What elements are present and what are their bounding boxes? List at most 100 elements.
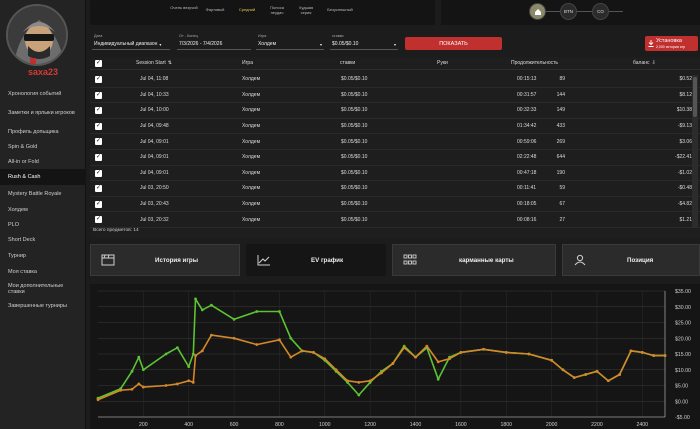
data-point [663, 354, 667, 357]
data-point [391, 362, 395, 365]
balance-cell: $1.21 [679, 216, 692, 223]
row-checkbox[interactable]: ✓ [95, 185, 102, 193]
session-start-cell: Jul 04, 09:01 [140, 154, 169, 161]
row-checkbox[interactable]: ✓ [95, 216, 102, 224]
balance-cell: $10.38 [676, 107, 692, 114]
sidebar-item[interactable]: Spin & Gold [0, 139, 86, 155]
table-row[interactable]: ✓ Jul 04, 09:01 Холдем $0.05/$0.10 644 02:22:… [90, 150, 700, 166]
stakes-cell: $0.05/$0.10 [341, 123, 368, 130]
game-filter-value: Холдем ▾ [256, 39, 324, 50]
table-row[interactable]: ✓ Jul 04, 11:08 Холдем $0.05/$0.10 89 00:15:1… [90, 72, 700, 88]
column-header-duration[interactable]: Продолжительность [511, 57, 558, 69]
session-start-cell: Jul 03, 20:32 [140, 216, 169, 223]
x-tick-label: 2400 [637, 422, 649, 428]
sidebar-item[interactable]: Профиль допьщика [0, 124, 86, 139]
data-point [459, 351, 463, 354]
column-header-hands[interactable]: Руки [437, 57, 448, 69]
sidebar-item[interactable]: Завершенные турниры [0, 298, 86, 314]
table-row[interactable]: ✓ Jul 03, 20:43 Холдем $0.05/$0.10 67 00:18:0… [90, 197, 700, 213]
ev-series-line [97, 334, 665, 401]
table-row[interactable]: ✓ Jul 04, 09:01 Холдем $0.05/$0.10 190 00:47:… [90, 166, 700, 182]
hands-cell: 190 [556, 169, 565, 176]
balance-cell: -$4.82 [677, 201, 692, 208]
stakes-filter-label: ставки [332, 34, 344, 38]
column-header-stakes[interactable]: ставки [340, 57, 355, 69]
row-checkbox[interactable]: ✓ [95, 169, 102, 177]
table-row[interactable]: ✓ Jul 04, 10:33 Холдем $0.05/$0.10 144 00:31:… [90, 88, 700, 104]
column-header-balance[interactable]: баланс ⇩ [633, 57, 656, 69]
data-point [137, 355, 141, 359]
session-start-cell: Jul 04, 11:08 [140, 76, 169, 83]
position-bar: BTN CO [441, 0, 700, 25]
sidebar-item[interactable]: Rush & Cash [0, 169, 86, 185]
table-row[interactable]: ✓ Jul 04, 10:00 Холдем $0.05/$0.10 149 00:32:… [90, 103, 700, 119]
avatar-image [8, 6, 66, 64]
tab-game-history[interactable]: История игры [90, 244, 240, 276]
sidebar-item[interactable]: Моя ставка [0, 264, 86, 279]
data-point [357, 393, 361, 397]
row-checkbox[interactable]: ✓ [95, 107, 102, 115]
table-row[interactable]: ✓ Jul 04, 09:48 Холдем $0.05/$0.10 433 01:34:… [90, 119, 700, 135]
position-co-button[interactable]: CO [592, 3, 609, 20]
x-tick-label: 400 [184, 422, 193, 428]
install-button[interactable]: Установка 2,000 истории игр [645, 36, 698, 51]
hands-cell: 27 [559, 216, 565, 223]
table-row[interactable]: ✓ Jul 03, 20:32 Холдем $0.05/$0.10 27 00:08:1… [90, 212, 700, 228]
stakes-cell: $0.05/$0.10 [341, 154, 368, 161]
game-cell: Холдем [242, 154, 261, 161]
table-header-row: ✓ Session Start ⇅ Игра ставки Руки Продол… [90, 57, 700, 70]
row-checkbox[interactable]: ✓ [95, 76, 102, 83]
data-point [346, 379, 349, 383]
position-co-label: CO [597, 9, 604, 14]
row-checkbox[interactable]: ✓ [95, 200, 102, 208]
stakes-cell: $0.05/$0.10 [341, 107, 368, 114]
sidebar-item[interactable]: Холдем [0, 202, 86, 217]
row-checkbox[interactable]: ✓ [95, 91, 102, 99]
sidebar-item[interactable]: Mystery Battle Royale [0, 185, 86, 202]
tab-ev-graph[interactable]: EV график [246, 244, 386, 276]
session-start-cell: Jul 04, 10:00 [140, 107, 169, 114]
show-button[interactable]: ПОКАЗАТЬ [405, 37, 502, 50]
table-row[interactable]: ✓ Jul 04, 09:01 Холдем $0.05/$0.10 269 00:59:… [90, 134, 700, 150]
position-btn-button[interactable]: BTN [560, 3, 577, 20]
data-point [191, 380, 195, 384]
row-checkbox[interactable]: ✓ [95, 122, 102, 130]
row-checkbox[interactable]: ✓ [95, 138, 102, 146]
tab-pocket-cards[interactable]: карманные карты [392, 244, 556, 276]
chevron-down-icon: ▾ [319, 41, 322, 47]
select-all-checkbox[interactable]: ✓ [95, 60, 102, 67]
x-tick-label: 800 [275, 422, 284, 428]
stakes-cell: $0.05/$0.10 [341, 76, 368, 83]
data-point [194, 354, 197, 357]
sidebar-item[interactable]: Мои дополнительные ставки [0, 279, 86, 298]
column-header-session-start[interactable]: Session Start ⇅ [136, 57, 172, 69]
y-tick-label: -$5.00 [675, 415, 690, 421]
tab-ev-graph-label: EV график [311, 257, 344, 264]
date-filter-text: Индивидуальный диапазон [94, 41, 158, 47]
sidebar-item[interactable]: Хронология событий [0, 86, 86, 102]
hands-cell: 149 [556, 107, 565, 114]
data-point [278, 310, 281, 313]
data-point [141, 385, 145, 389]
row-checkbox[interactable]: ✓ [95, 154, 102, 161]
y-tick-label: $5.00 [675, 384, 688, 390]
balance-cell: $0.52 [679, 76, 692, 83]
position-home-button[interactable] [529, 3, 546, 20]
data-point [137, 382, 141, 386]
avatar[interactable] [6, 4, 68, 66]
data-point [368, 379, 372, 383]
sidebar-item[interactable]: All-in or Fold [0, 155, 86, 169]
sidebar-item[interactable]: Заметки и ярлыки игроков [0, 102, 86, 124]
table-scrollbar[interactable] [692, 75, 698, 228]
hands-cell: 59 [559, 185, 565, 192]
column-header-game[interactable]: Игра [242, 57, 253, 69]
tab-position[interactable]: Позиция [562, 244, 700, 276]
sidebar-item[interactable]: Short Deck [0, 232, 86, 248]
table-scrollbar-thumb[interactable] [693, 77, 697, 117]
data-point [572, 376, 576, 380]
sidebar-item[interactable]: Турнир [0, 248, 86, 264]
data-point [210, 333, 213, 337]
sidebar-item[interactable]: PLO [0, 217, 86, 232]
table-row[interactable]: ✓ Jul 03, 20:50 Холдем $0.05/$0.10 59 00:11:4… [90, 181, 700, 197]
x-tick-label: 1400 [410, 422, 422, 428]
